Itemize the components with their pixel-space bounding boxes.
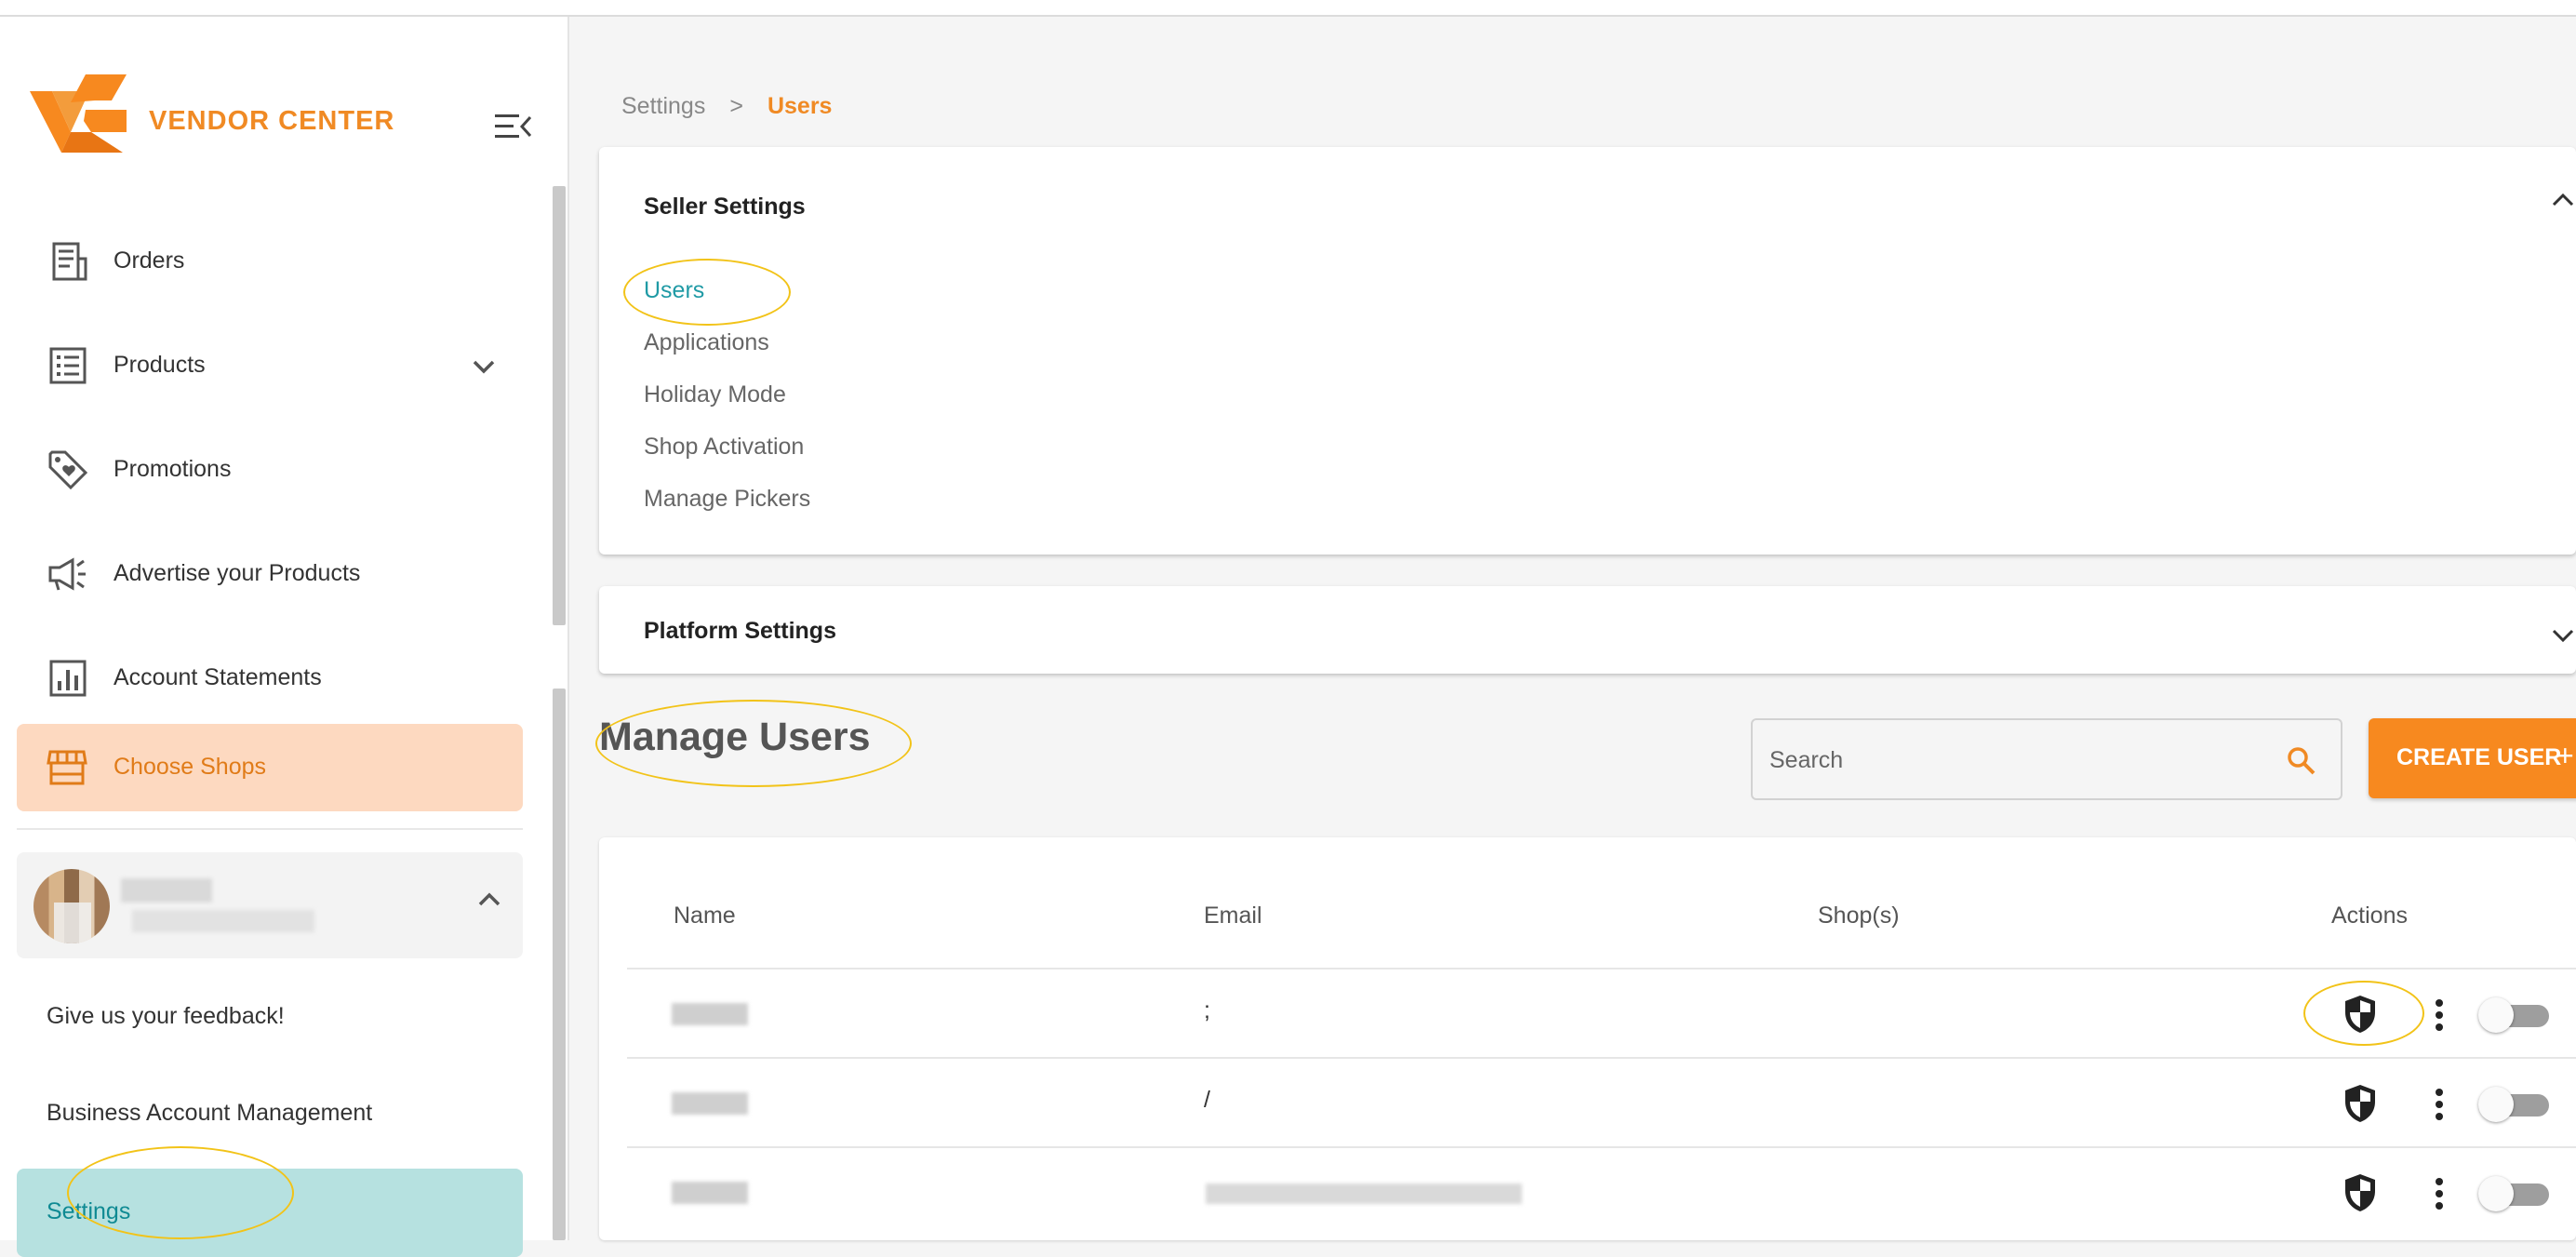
table-row: / xyxy=(627,1057,2576,1148)
shield-icon[interactable] xyxy=(2342,994,2378,1035)
seller-settings-panel: Seller Settings Users Applications Holid… xyxy=(599,147,2576,555)
chevron-down-icon[interactable] xyxy=(469,357,499,376)
column-header-email: Email xyxy=(1204,903,1262,929)
sidebar-item-orders[interactable]: Orders xyxy=(0,220,521,303)
create-user-button[interactable]: CREATE USER + xyxy=(2369,718,2576,798)
user-name-redacted xyxy=(672,1182,748,1204)
sidebar-item-label: Products xyxy=(113,352,206,378)
user-active-toggle[interactable] xyxy=(2478,997,2553,1033)
sidebar-item-advertise[interactable]: Advertise your Products xyxy=(0,532,521,616)
more-options-icon[interactable] xyxy=(2434,997,2445,1033)
create-user-label: CREATE USER xyxy=(2396,744,2562,770)
search-field[interactable] xyxy=(1751,718,2342,800)
sidebar-scrollbar[interactable] xyxy=(553,186,566,625)
sidebar-item-promotions[interactable]: Promotions xyxy=(0,428,521,512)
user-name-redacted xyxy=(672,1003,748,1025)
choose-shops-button[interactable]: Choose Shops xyxy=(17,724,523,811)
tag-heart-icon xyxy=(48,450,88,490)
megaphone-icon xyxy=(48,557,86,591)
settings-link-shop-activation[interactable]: Shop Activation xyxy=(644,434,804,461)
sidebar-scrollbar-track xyxy=(553,689,566,1240)
toggle-knob xyxy=(2478,1087,2514,1122)
avatar xyxy=(33,869,110,943)
sidebar-item-account-statements[interactable]: Account Statements xyxy=(0,636,521,720)
sidebar-item-label: Orders xyxy=(113,247,185,274)
sidebar-item-label: Settings xyxy=(47,1198,131,1224)
breadcrumb-current: Users xyxy=(767,93,833,119)
user-email-redacted xyxy=(1206,1183,1522,1204)
platform-settings-panel[interactable]: Platform Settings xyxy=(599,586,2576,674)
settings-link-users[interactable]: Users xyxy=(644,277,704,304)
more-options-icon[interactable] xyxy=(2434,1176,2445,1211)
sidebar: VENDOR CENTER Orders Products Promotions… xyxy=(0,17,569,1257)
breadcrumb-separator: > xyxy=(729,93,743,119)
list-icon xyxy=(49,347,87,384)
column-header-shops: Shop(s) xyxy=(1818,903,1900,929)
settings-link-applications[interactable]: Applications xyxy=(644,329,769,356)
menu-collapse-icon[interactable] xyxy=(495,112,532,141)
shield-icon[interactable] xyxy=(2342,1083,2378,1124)
search-input[interactable] xyxy=(1768,739,2274,782)
bar-chart-icon xyxy=(49,660,87,697)
platform-settings-title[interactable]: Platform Settings xyxy=(644,618,836,645)
search-icon[interactable] xyxy=(2285,744,2318,778)
settings-link-manage-pickers[interactable]: Manage Pickers xyxy=(644,486,810,513)
sidebar-item-settings[interactable]: Settings xyxy=(17,1169,523,1257)
sidebar-item-label: Account Statements xyxy=(113,664,322,690)
user-email-redacted xyxy=(132,910,314,932)
seller-settings-title[interactable]: Seller Settings xyxy=(644,194,806,221)
top-bar xyxy=(0,0,2576,17)
chevron-up-icon[interactable] xyxy=(2550,192,2576,208)
breadcrumb-parent[interactable]: Settings xyxy=(621,93,705,119)
settings-link-holiday-mode[interactable]: Holiday Mode xyxy=(644,381,786,408)
receipt-icon xyxy=(52,242,87,281)
vendor-center-logo xyxy=(30,74,127,153)
plus-icon: + xyxy=(2556,739,2574,772)
table-row: ; xyxy=(627,968,2576,1059)
table-row xyxy=(627,1146,2576,1237)
toggle-knob xyxy=(2478,997,2514,1033)
user-profile-card[interactable] xyxy=(17,852,523,958)
chevron-down-icon[interactable] xyxy=(2550,627,2576,644)
column-header-actions: Actions xyxy=(2331,903,2408,929)
user-name-redacted xyxy=(121,878,212,903)
choose-shops-label: Choose Shops xyxy=(113,754,267,780)
user-active-toggle[interactable] xyxy=(2478,1176,2553,1211)
column-header-name: Name xyxy=(674,903,736,929)
brand-name: VENDOR CENTER xyxy=(149,106,395,136)
sidebar-divider xyxy=(17,828,523,830)
feedback-link[interactable]: Give us your feedback! xyxy=(47,1003,285,1030)
user-name-redacted xyxy=(672,1092,748,1115)
sidebar-item-label: Promotions xyxy=(113,456,232,482)
chevron-up-icon[interactable] xyxy=(474,889,504,910)
business-account-link[interactable]: Business Account Management xyxy=(47,1100,372,1127)
sidebar-item-label: Advertise your Products xyxy=(113,560,361,586)
shield-icon[interactable] xyxy=(2342,1172,2378,1213)
user-active-toggle[interactable] xyxy=(2478,1087,2553,1122)
more-options-icon[interactable] xyxy=(2434,1087,2445,1122)
page-title: Manage Users xyxy=(599,715,871,759)
breadcrumb: Settings > Users xyxy=(621,93,832,120)
store-icon xyxy=(47,750,87,785)
user-email: / xyxy=(1204,1087,1210,1113)
sidebar-item-products[interactable]: Products xyxy=(0,324,521,408)
user-email: ; xyxy=(1204,997,1210,1023)
toggle-knob xyxy=(2478,1176,2514,1211)
